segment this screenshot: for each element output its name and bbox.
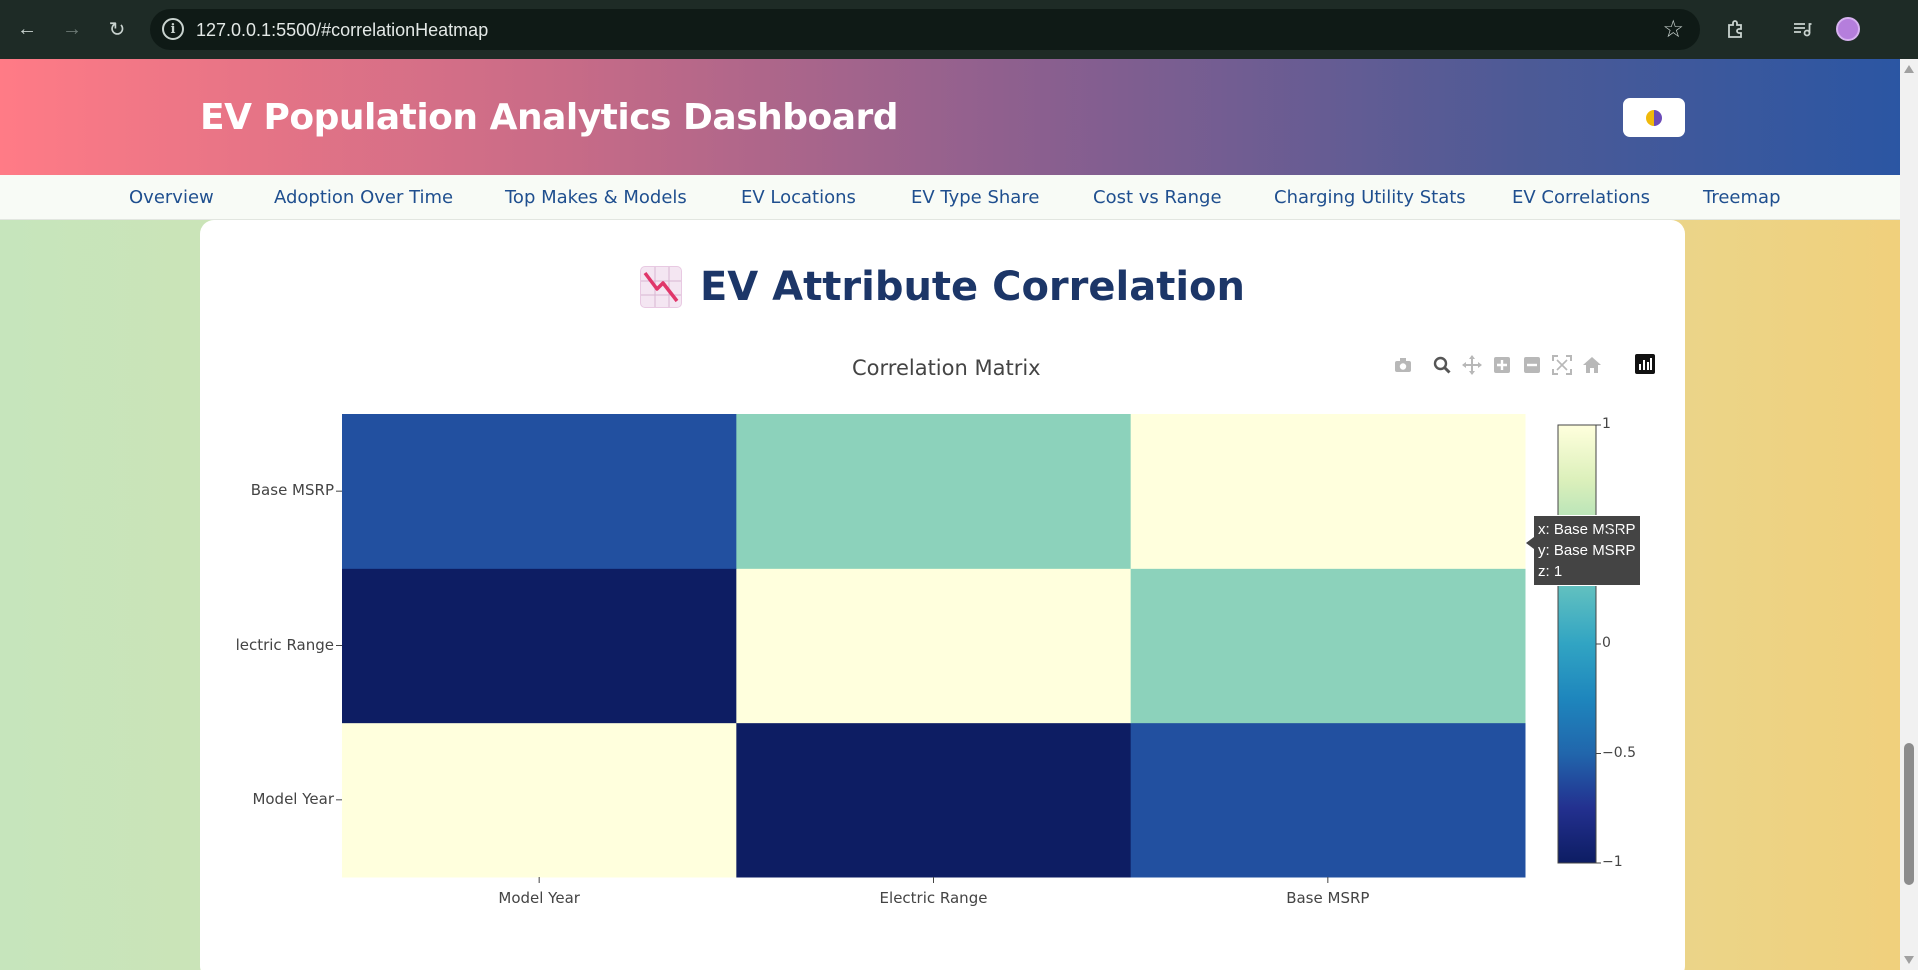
x-tick-label: Electric Range	[879, 889, 988, 907]
info-icon[interactable]: i	[162, 18, 184, 40]
theme-toggle-button[interactable]	[1623, 98, 1685, 137]
heatmap-cell[interactable]	[736, 722, 1132, 878]
y-tick-label: Base MSRP	[250, 481, 334, 500]
heatmap-cell[interactable]	[1130, 414, 1526, 569]
heatmap-cell[interactable]	[342, 568, 737, 724]
heatmap-cell[interactable]	[736, 414, 1132, 569]
star-icon[interactable]: ☆	[1662, 15, 1684, 44]
nav-item-treemap[interactable]: Treemap	[1703, 187, 1781, 208]
tooltip-y: y: Base MSRP	[1538, 542, 1636, 559]
page-title: EV Population Analytics Dashboard	[200, 97, 899, 138]
colorbar-tick-label: 0	[1602, 635, 1611, 651]
x-tick-label: Model Year	[498, 889, 580, 907]
nav-item-top-makes-models[interactable]: Top Makes & Models	[505, 187, 687, 208]
scroll-up-icon[interactable]	[1904, 65, 1914, 73]
puzzle-icon[interactable]	[1720, 13, 1752, 45]
nav-item-ev-locations[interactable]: EV Locations	[741, 187, 856, 208]
colorbar-tick-label: 1	[1602, 416, 1611, 432]
forward-arrow-icon[interactable]: →	[56, 13, 88, 45]
back-arrow-icon[interactable]: ←	[11, 13, 43, 45]
hover-tooltip: x: Base MSRP y: Base MSRP z: 1	[1526, 515, 1641, 586]
correlation-heatmap[interactable]	[200, 220, 1685, 970]
url-text[interactable]: 127.0.0.1:5500/#correlationHeatmap	[196, 20, 488, 41]
heatmap-cell[interactable]	[342, 414, 737, 569]
nav-item-overview[interactable]: Overview	[129, 187, 214, 208]
theme-toggle-icon	[1646, 109, 1662, 126]
address-bar[interactable]: i 127.0.0.1:5500/#correlationHeatmap ☆	[150, 9, 1700, 50]
nav-item-charging-utility-stats[interactable]: Charging Utility Stats	[1274, 187, 1466, 208]
y-tick-label: Model Year	[252, 789, 334, 808]
nav-item-adoption-over-time[interactable]: Adoption Over Time	[274, 187, 453, 208]
scroll-down-icon[interactable]	[1904, 956, 1914, 964]
browser-toolbar: ← → ↻ i 127.0.0.1:5500/#correlationHeatm…	[0, 0, 1918, 59]
colorbar	[1557, 424, 1597, 864]
colorbar-tick-label: −1	[1602, 854, 1623, 870]
heatmap-cell[interactable]	[1130, 722, 1526, 878]
colorbar-tick-label: 0.5	[1602, 525, 1625, 542]
scroll-thumb[interactable]	[1904, 743, 1914, 885]
nav-item-ev-correlations[interactable]: EV Correlations	[1512, 187, 1650, 208]
tooltip-z: z: 1	[1538, 563, 1563, 580]
nav-item-cost-vs-range[interactable]: Cost vs Range	[1093, 187, 1222, 208]
reload-icon[interactable]: ↻	[101, 13, 133, 45]
media-queue-icon[interactable]	[1786, 13, 1818, 45]
dashboard-header: EV Population Analytics Dashboard	[0, 59, 1900, 175]
avatar[interactable]	[1836, 17, 1860, 41]
y-tick-label: lectric Range	[235, 635, 334, 654]
page-content: EV Population Analytics Dashboard Overvi…	[0, 59, 1900, 970]
heatmap-cell[interactable]	[736, 568, 1132, 724]
colorbar-tick-label: −0.5	[1602, 744, 1636, 761]
heatmap-cell[interactable]	[342, 722, 737, 878]
section-nav: Overview Adoption Over Time Top Makes & …	[0, 175, 1900, 220]
page-scrollbar[interactable]	[1900, 59, 1918, 970]
correlation-card: EV Attribute Correlation Correlation Mat…	[200, 220, 1685, 970]
x-tick-label: Base MSRP	[1286, 889, 1370, 907]
heatmap-cell[interactable]	[1130, 568, 1526, 724]
nav-item-ev-type-share[interactable]: EV Type Share	[911, 187, 1039, 208]
